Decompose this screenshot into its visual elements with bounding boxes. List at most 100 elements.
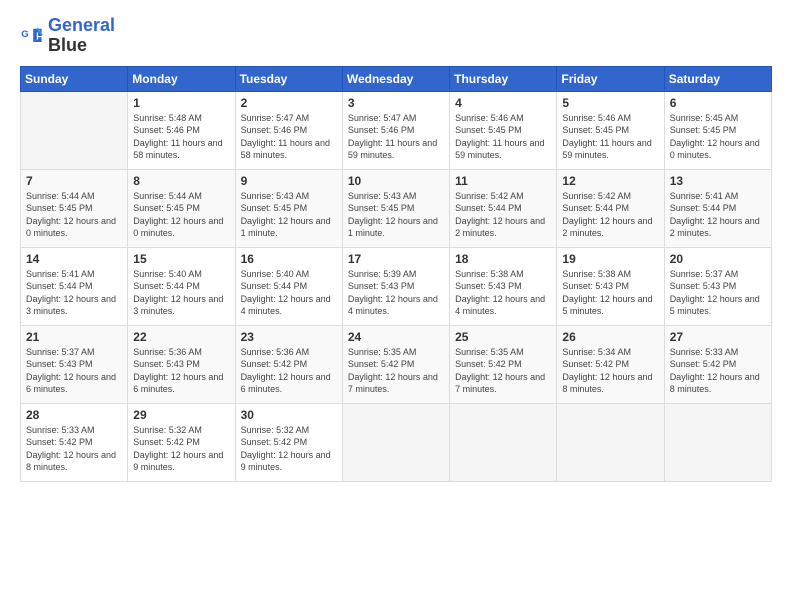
calendar-day-cell: 16 Sunrise: 5:40 AM Sunset: 5:44 PM Dayl…	[235, 247, 342, 325]
day-number: 9	[241, 174, 337, 188]
calendar-day-cell: 1 Sunrise: 5:48 AM Sunset: 5:46 PM Dayli…	[128, 91, 235, 169]
calendar-day-cell: 15 Sunrise: 5:40 AM Sunset: 5:44 PM Dayl…	[128, 247, 235, 325]
weekday-header: Thursday	[450, 66, 557, 91]
day-info: Sunrise: 5:47 AM Sunset: 5:46 PM Dayligh…	[241, 112, 337, 162]
calendar-day-cell: 5 Sunrise: 5:46 AM Sunset: 5:45 PM Dayli…	[557, 91, 664, 169]
day-info: Sunrise: 5:39 AM Sunset: 5:43 PM Dayligh…	[348, 268, 444, 318]
calendar-week-row: 1 Sunrise: 5:48 AM Sunset: 5:46 PM Dayli…	[21, 91, 772, 169]
day-number: 1	[133, 96, 229, 110]
day-number: 20	[670, 252, 766, 266]
calendar-day-cell: 22 Sunrise: 5:36 AM Sunset: 5:43 PM Dayl…	[128, 325, 235, 403]
calendar-day-cell: 6 Sunrise: 5:45 AM Sunset: 5:45 PM Dayli…	[664, 91, 771, 169]
day-info: Sunrise: 5:45 AM Sunset: 5:45 PM Dayligh…	[670, 112, 766, 162]
calendar-day-cell: 11 Sunrise: 5:42 AM Sunset: 5:44 PM Dayl…	[450, 169, 557, 247]
calendar-day-cell: 13 Sunrise: 5:41 AM Sunset: 5:44 PM Dayl…	[664, 169, 771, 247]
day-number: 14	[26, 252, 122, 266]
calendar-day-cell: 8 Sunrise: 5:44 AM Sunset: 5:45 PM Dayli…	[128, 169, 235, 247]
day-number: 18	[455, 252, 551, 266]
calendar-day-cell: 23 Sunrise: 5:36 AM Sunset: 5:42 PM Dayl…	[235, 325, 342, 403]
day-number: 23	[241, 330, 337, 344]
calendar-day-cell: 20 Sunrise: 5:37 AM Sunset: 5:43 PM Dayl…	[664, 247, 771, 325]
day-info: Sunrise: 5:40 AM Sunset: 5:44 PM Dayligh…	[241, 268, 337, 318]
calendar-day-cell: 27 Sunrise: 5:33 AM Sunset: 5:42 PM Dayl…	[664, 325, 771, 403]
day-info: Sunrise: 5:40 AM Sunset: 5:44 PM Dayligh…	[133, 268, 229, 318]
day-info: Sunrise: 5:44 AM Sunset: 5:45 PM Dayligh…	[133, 190, 229, 240]
day-number: 25	[455, 330, 551, 344]
calendar-day-cell: 12 Sunrise: 5:42 AM Sunset: 5:44 PM Dayl…	[557, 169, 664, 247]
day-info: Sunrise: 5:32 AM Sunset: 5:42 PM Dayligh…	[241, 424, 337, 474]
calendar-day-cell: 3 Sunrise: 5:47 AM Sunset: 5:46 PM Dayli…	[342, 91, 449, 169]
calendar-day-cell: 2 Sunrise: 5:47 AM Sunset: 5:46 PM Dayli…	[235, 91, 342, 169]
weekday-header: Monday	[128, 66, 235, 91]
calendar-day-cell: 28 Sunrise: 5:33 AM Sunset: 5:42 PM Dayl…	[21, 403, 128, 481]
calendar-week-row: 21 Sunrise: 5:37 AM Sunset: 5:43 PM Dayl…	[21, 325, 772, 403]
weekday-header: Sunday	[21, 66, 128, 91]
calendar-table: SundayMondayTuesdayWednesdayThursdayFrid…	[20, 66, 772, 482]
day-info: Sunrise: 5:47 AM Sunset: 5:46 PM Dayligh…	[348, 112, 444, 162]
calendar-day-cell: 4 Sunrise: 5:46 AM Sunset: 5:45 PM Dayli…	[450, 91, 557, 169]
day-number: 3	[348, 96, 444, 110]
weekday-header: Friday	[557, 66, 664, 91]
page-header: G GeneralBlue	[20, 16, 772, 56]
calendar-week-row: 28 Sunrise: 5:33 AM Sunset: 5:42 PM Dayl…	[21, 403, 772, 481]
day-number: 24	[348, 330, 444, 344]
day-number: 30	[241, 408, 337, 422]
day-number: 10	[348, 174, 444, 188]
day-info: Sunrise: 5:42 AM Sunset: 5:44 PM Dayligh…	[455, 190, 551, 240]
day-number: 11	[455, 174, 551, 188]
calendar-day-cell: 18 Sunrise: 5:38 AM Sunset: 5:43 PM Dayl…	[450, 247, 557, 325]
day-number: 29	[133, 408, 229, 422]
calendar-week-row: 14 Sunrise: 5:41 AM Sunset: 5:44 PM Dayl…	[21, 247, 772, 325]
calendar-day-cell: 29 Sunrise: 5:32 AM Sunset: 5:42 PM Dayl…	[128, 403, 235, 481]
svg-text:G: G	[21, 29, 28, 40]
day-info: Sunrise: 5:37 AM Sunset: 5:43 PM Dayligh…	[670, 268, 766, 318]
calendar-day-cell	[557, 403, 664, 481]
day-number: 12	[562, 174, 658, 188]
weekday-header: Saturday	[664, 66, 771, 91]
day-info: Sunrise: 5:38 AM Sunset: 5:43 PM Dayligh…	[562, 268, 658, 318]
calendar-day-cell: 30 Sunrise: 5:32 AM Sunset: 5:42 PM Dayl…	[235, 403, 342, 481]
calendar-day-cell: 14 Sunrise: 5:41 AM Sunset: 5:44 PM Dayl…	[21, 247, 128, 325]
weekday-header: Tuesday	[235, 66, 342, 91]
day-info: Sunrise: 5:36 AM Sunset: 5:42 PM Dayligh…	[241, 346, 337, 396]
day-info: Sunrise: 5:43 AM Sunset: 5:45 PM Dayligh…	[241, 190, 337, 240]
day-info: Sunrise: 5:43 AM Sunset: 5:45 PM Dayligh…	[348, 190, 444, 240]
day-info: Sunrise: 5:37 AM Sunset: 5:43 PM Dayligh…	[26, 346, 122, 396]
day-info: Sunrise: 5:33 AM Sunset: 5:42 PM Dayligh…	[26, 424, 122, 474]
day-number: 8	[133, 174, 229, 188]
calendar-day-cell: 9 Sunrise: 5:43 AM Sunset: 5:45 PM Dayli…	[235, 169, 342, 247]
day-info: Sunrise: 5:42 AM Sunset: 5:44 PM Dayligh…	[562, 190, 658, 240]
logo: G GeneralBlue	[20, 16, 115, 56]
calendar-day-cell: 10 Sunrise: 5:43 AM Sunset: 5:45 PM Dayl…	[342, 169, 449, 247]
day-info: Sunrise: 5:33 AM Sunset: 5:42 PM Dayligh…	[670, 346, 766, 396]
day-info: Sunrise: 5:46 AM Sunset: 5:45 PM Dayligh…	[455, 112, 551, 162]
calendar-day-cell: 25 Sunrise: 5:35 AM Sunset: 5:42 PM Dayl…	[450, 325, 557, 403]
day-number: 2	[241, 96, 337, 110]
day-number: 19	[562, 252, 658, 266]
calendar-day-cell: 21 Sunrise: 5:37 AM Sunset: 5:43 PM Dayl…	[21, 325, 128, 403]
day-info: Sunrise: 5:41 AM Sunset: 5:44 PM Dayligh…	[26, 268, 122, 318]
day-number: 21	[26, 330, 122, 344]
day-number: 6	[670, 96, 766, 110]
calendar-day-cell: 26 Sunrise: 5:34 AM Sunset: 5:42 PM Dayl…	[557, 325, 664, 403]
logo-text: GeneralBlue	[48, 16, 115, 56]
day-number: 26	[562, 330, 658, 344]
day-number: 15	[133, 252, 229, 266]
calendar-day-cell	[21, 91, 128, 169]
day-info: Sunrise: 5:32 AM Sunset: 5:42 PM Dayligh…	[133, 424, 229, 474]
day-info: Sunrise: 5:36 AM Sunset: 5:43 PM Dayligh…	[133, 346, 229, 396]
day-number: 17	[348, 252, 444, 266]
day-info: Sunrise: 5:34 AM Sunset: 5:42 PM Dayligh…	[562, 346, 658, 396]
day-number: 22	[133, 330, 229, 344]
weekday-header: Wednesday	[342, 66, 449, 91]
calendar-day-cell	[450, 403, 557, 481]
day-number: 16	[241, 252, 337, 266]
day-info: Sunrise: 5:44 AM Sunset: 5:45 PM Dayligh…	[26, 190, 122, 240]
day-number: 28	[26, 408, 122, 422]
calendar-day-cell	[342, 403, 449, 481]
calendar-week-row: 7 Sunrise: 5:44 AM Sunset: 5:45 PM Dayli…	[21, 169, 772, 247]
day-number: 27	[670, 330, 766, 344]
calendar-day-cell: 7 Sunrise: 5:44 AM Sunset: 5:45 PM Dayli…	[21, 169, 128, 247]
weekday-header-row: SundayMondayTuesdayWednesdayThursdayFrid…	[21, 66, 772, 91]
day-info: Sunrise: 5:38 AM Sunset: 5:43 PM Dayligh…	[455, 268, 551, 318]
